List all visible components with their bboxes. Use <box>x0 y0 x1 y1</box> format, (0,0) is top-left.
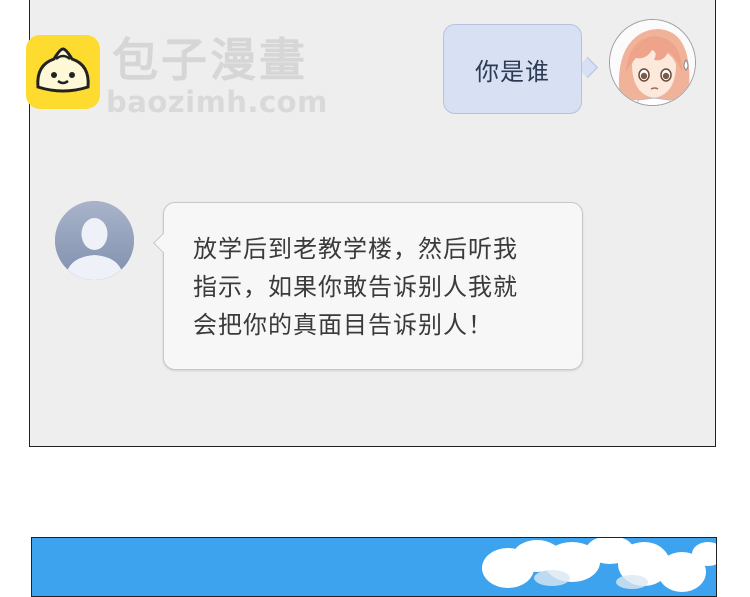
cloud-icon <box>482 538 716 592</box>
sky-panel <box>31 537 717 597</box>
bun-logo-icon <box>26 35 100 109</box>
outgoing-message-bubble: 你是谁 <box>443 24 582 114</box>
watermark-url: baozimh.com <box>106 85 328 119</box>
incoming-message-line: 放学后到老教学楼，然后听我 <box>193 235 518 263</box>
watermark-title: 包子漫畫 <box>112 33 308 87</box>
person-silhouette-icon <box>55 201 134 280</box>
girl-avatar-icon <box>609 19 696 106</box>
incoming-message-line: 指示，如果你敢告诉别人我就 <box>193 273 518 301</box>
outgoing-message-text: 你是谁 <box>475 57 550 86</box>
incoming-message-text: 放学后到老教学楼，然后听我 指示，如果你敢告诉别人我就 会把你的真面目告诉别人！ <box>193 230 563 344</box>
incoming-message-line: 会把你的真面目告诉别人！ <box>193 311 493 339</box>
